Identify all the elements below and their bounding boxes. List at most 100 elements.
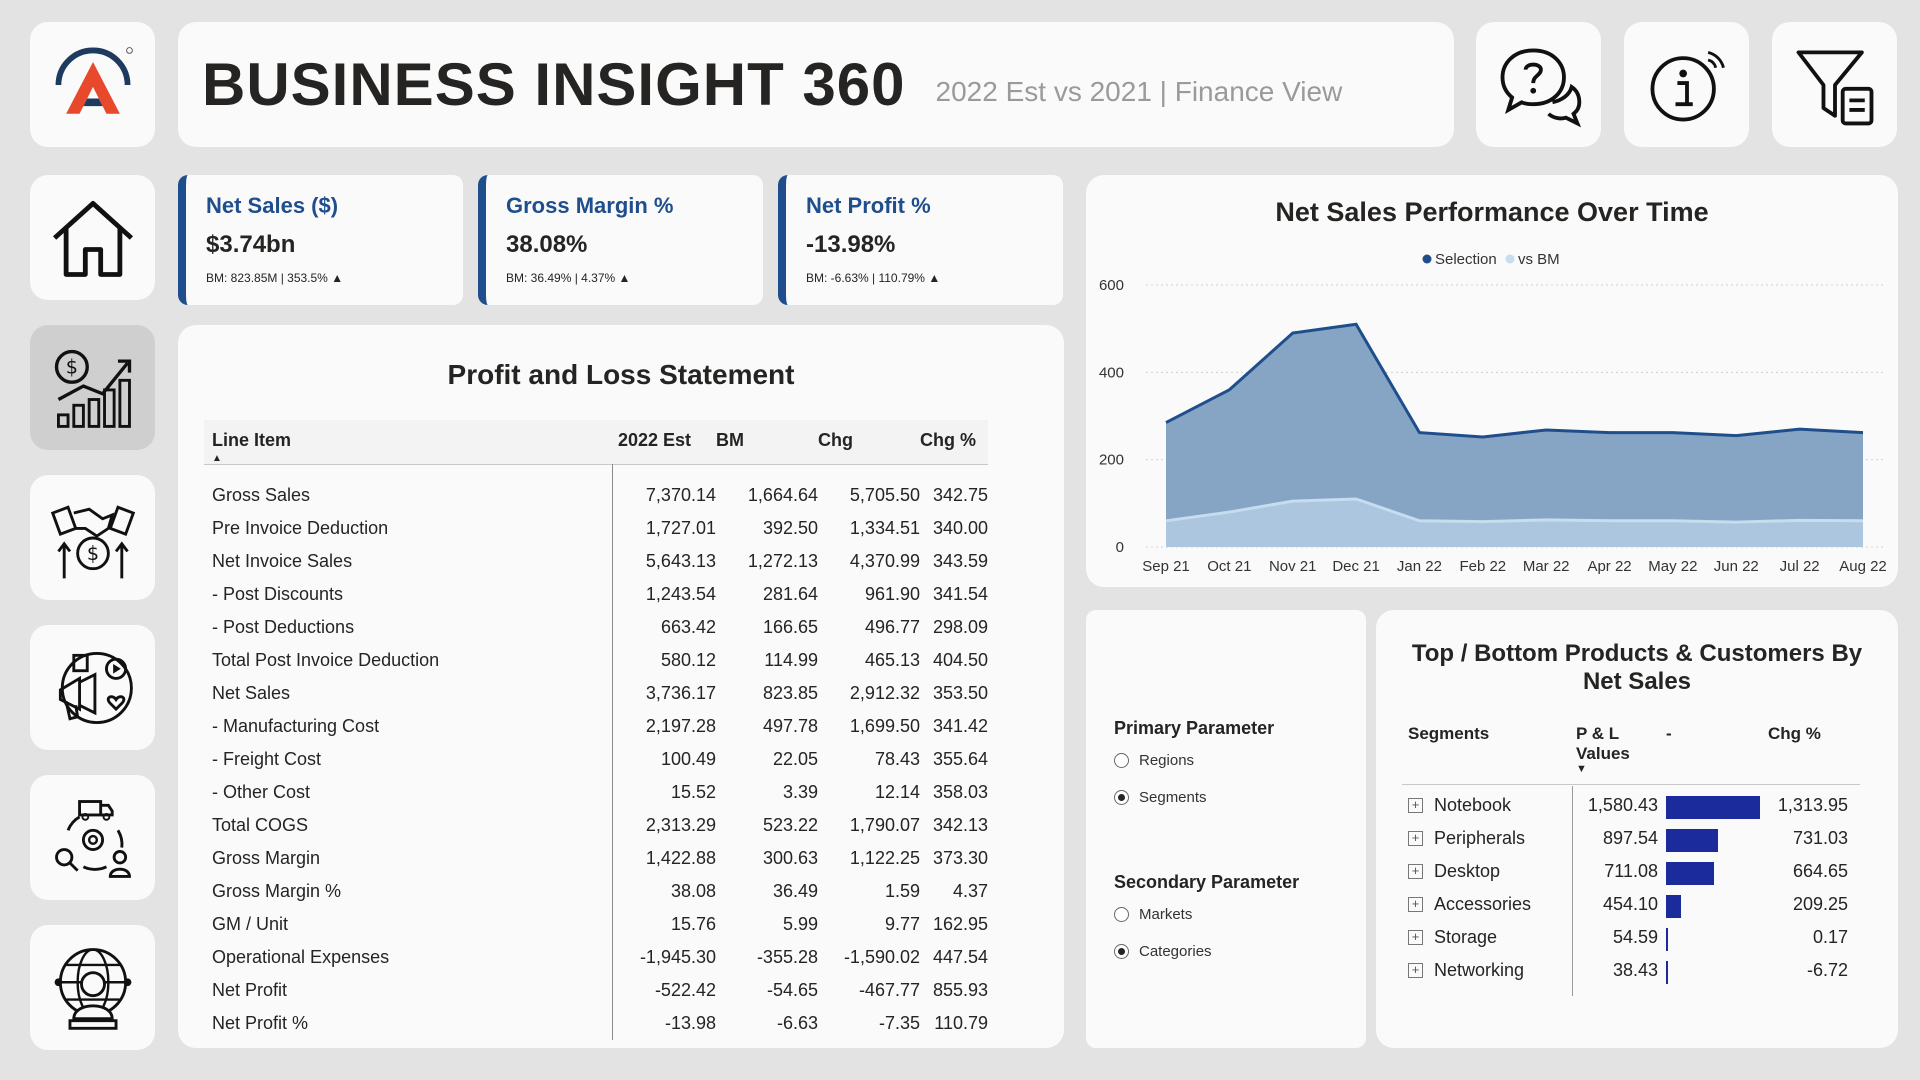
pl-row[interactable]: Net Profit % -13.98 -6.63 -7.35 110.79: [204, 1006, 988, 1040]
segment-row[interactable]: + Desktop 711.08 664.65: [1408, 856, 1848, 889]
chg-pct-cell: 162.95: [932, 913, 988, 934]
chg-pct-value: 731.03: [1792, 828, 1848, 848]
pl-row[interactable]: Total COGS 2,313.29 523.22 1,790.07 342.13: [204, 808, 988, 842]
col-header-chg-pct[interactable]: Chg %: [1768, 724, 1821, 744]
kpi-benchmark-text: BM: 36.49% | 4.37%: [506, 271, 616, 285]
chg-cell: 961.90: [864, 583, 920, 604]
help-chat-icon: [1500, 48, 1581, 127]
pl-row[interactable]: Pre Invoice Deduction 1,727.01 392.50 1,334…: [204, 511, 988, 545]
expand-icon[interactable]: +: [1408, 930, 1423, 945]
sales-view-icon: $: [50, 504, 135, 578]
segment-row[interactable]: + Notebook 1,580.43 1,313.95: [1408, 790, 1848, 823]
radio-regions[interactable]: Regions: [1114, 752, 1194, 769]
pl-row[interactable]: Gross Margin 1,422.88 300.63 1,122.25 373.30: [204, 841, 988, 875]
col-header-line-item[interactable]: Line Item ▲: [204, 420, 612, 465]
radio-button[interactable]: [1114, 907, 1129, 922]
segment-name: Accessories: [1434, 894, 1532, 914]
segment-row[interactable]: + Storage 54.59 0.17: [1408, 922, 1848, 955]
radio-button-selected[interactable]: [1114, 944, 1129, 959]
radio-button[interactable]: [1114, 753, 1129, 768]
bm-cell: 114.99: [764, 649, 818, 670]
nav-executive-view[interactable]: [30, 925, 155, 1050]
filter-button[interactable]: [1772, 22, 1897, 147]
radio-categories[interactable]: Categories: [1114, 943, 1212, 960]
top-bottom-title-line1: Top / Bottom Products & Customers By: [1411, 640, 1863, 667]
sort-descending-icon[interactable]: ▼: [1576, 764, 1630, 775]
est-cell: 1,422.88: [645, 847, 716, 868]
col-header-label: Line Item: [212, 430, 292, 450]
kpi-label: Net Sales ($): [206, 193, 339, 218]
radio-segments[interactable]: Segments: [1114, 789, 1207, 806]
pl-statement-panel: Profit and Loss Statement Line Item ▲ 202…: [178, 325, 1064, 1048]
info-button[interactable]: [1624, 22, 1749, 147]
segment-row[interactable]: + Networking 38.43 -6.72: [1408, 955, 1848, 988]
chg-pct-cell: 447.54: [932, 946, 988, 967]
segment-row[interactable]: + Peripherals 897.54 731.03: [1408, 823, 1848, 856]
pl-row[interactable]: Gross Sales 7,370.14 1,664.64 5,705.50 342.7…: [204, 478, 988, 512]
bm-cell: 523.22: [762, 814, 818, 835]
chg-pct-cell: 358.03: [932, 781, 988, 802]
pl-row[interactable]: Total Post Invoice Deduction 580.12 114.99…: [204, 643, 988, 677]
expand-icon[interactable]: +: [1408, 864, 1423, 879]
nav-supply-chain-view[interactable]: [30, 775, 155, 900]
expand-icon[interactable]: +: [1408, 963, 1423, 978]
radio-button-selected[interactable]: [1114, 790, 1129, 805]
x-tick-label: Feb 22: [1459, 558, 1506, 575]
pl-value: 1,580.43: [1587, 795, 1658, 815]
est-cell: 663.42: [660, 616, 716, 637]
col-header-chg[interactable]: Chg: [818, 420, 920, 465]
pl-row[interactable]: Operational Expenses -1,945.30 -355.28 -1,5…: [204, 940, 988, 974]
top-bottom-title: Top / Bottom Products & Customers By Net…: [1376, 640, 1898, 696]
sort-ascending-icon[interactable]: ▲: [212, 453, 612, 464]
pl-row[interactable]: - Freight Cost 100.49 22.05 78.43 355.64: [204, 742, 988, 776]
pl-row[interactable]: - Post Discounts 1,243.54 281.64 961.90 341.…: [204, 577, 988, 611]
pl-row[interactable]: Net Sales 3,736.17 823.85 2,912.32 353.50: [204, 676, 988, 710]
pl-value: 897.54: [1602, 828, 1658, 848]
help-button[interactable]: [1476, 22, 1601, 147]
col-header-pl-values[interactable]: P & L Values ▼: [1576, 724, 1630, 775]
chg-cell: 12.14: [874, 781, 920, 802]
expand-icon[interactable]: +: [1408, 831, 1423, 846]
expand-icon[interactable]: +: [1408, 897, 1423, 912]
finance-view-icon: $: [54, 349, 131, 428]
col-header-bm[interactable]: BM: [716, 420, 818, 465]
line-item-cell: Operational Expenses: [204, 940, 613, 974]
legend-marker-selection: [1422, 254, 1432, 264]
nav-finance-view[interactable]: $: [30, 325, 155, 450]
pl-row[interactable]: GM / Unit 15.76 5.99 9.77 162.95: [204, 907, 988, 941]
x-tick-label: Aug 22: [1839, 558, 1887, 575]
pl-row[interactable]: - Other Cost 15.52 3.39 12.14 358.03: [204, 775, 988, 809]
nav-home[interactable]: [30, 175, 155, 300]
radio-markets[interactable]: Markets: [1114, 906, 1192, 923]
chg-cell: 5,705.50: [849, 484, 920, 505]
pl-value: 454.10: [1602, 894, 1658, 914]
pl-row[interactable]: Gross Margin % 38.08 36.49 1.59 4.37: [204, 874, 988, 908]
chart-legend[interactable]: Selection vs BM: [1422, 251, 1560, 268]
col-header-2022-est[interactable]: 2022 Est: [612, 420, 716, 465]
executive-view-icon: [54, 947, 131, 1030]
expand-icon[interactable]: +: [1408, 798, 1423, 813]
y-tick-label: 400: [1099, 364, 1124, 381]
segment-name: Networking: [1434, 960, 1525, 980]
bm-cell: 497.78: [762, 715, 818, 736]
kpi-value: 38.08%: [506, 231, 588, 258]
radio-label: Regions: [1139, 752, 1195, 769]
nav-sales-view[interactable]: $: [30, 475, 155, 600]
net-sales-area-chart[interactable]: Net Sales Performance Over Time Selectio…: [1086, 175, 1898, 587]
chg-pct-cell: 342.13: [932, 814, 988, 835]
pl-row[interactable]: - Post Deductions 663.42 166.65 496.77 298.0…: [204, 610, 988, 644]
col-header-segments[interactable]: Segments: [1408, 724, 1489, 744]
pl-row[interactable]: Net Profit -522.42 -54.65 -467.77 855.93: [204, 973, 988, 1007]
kpi-benchmark-text: BM: 823.85M | 353.5%: [206, 271, 328, 285]
nav-marketing-view[interactable]: [30, 625, 155, 750]
segment-name: Peripherals: [1434, 828, 1526, 848]
segment-name: Notebook: [1434, 795, 1512, 815]
kpi-value: -13.98%: [806, 231, 896, 258]
pl-row[interactable]: Net Invoice Sales 5,643.13 1,272.13 4,370.9…: [204, 544, 988, 578]
table-spacer: [204, 464, 988, 479]
line-item-cell: Pre Invoice Deduction: [204, 511, 613, 545]
col-header-chg-pct[interactable]: Chg %: [920, 420, 988, 465]
pl-row[interactable]: - Manufacturing Cost 2,197.28 497.78 1,699.…: [204, 709, 988, 743]
segment-row[interactable]: + Accessories 454.10 209.25: [1408, 889, 1848, 922]
net-sales-chart-panel: Net Sales Performance Over Time Selectio…: [1086, 175, 1898, 587]
